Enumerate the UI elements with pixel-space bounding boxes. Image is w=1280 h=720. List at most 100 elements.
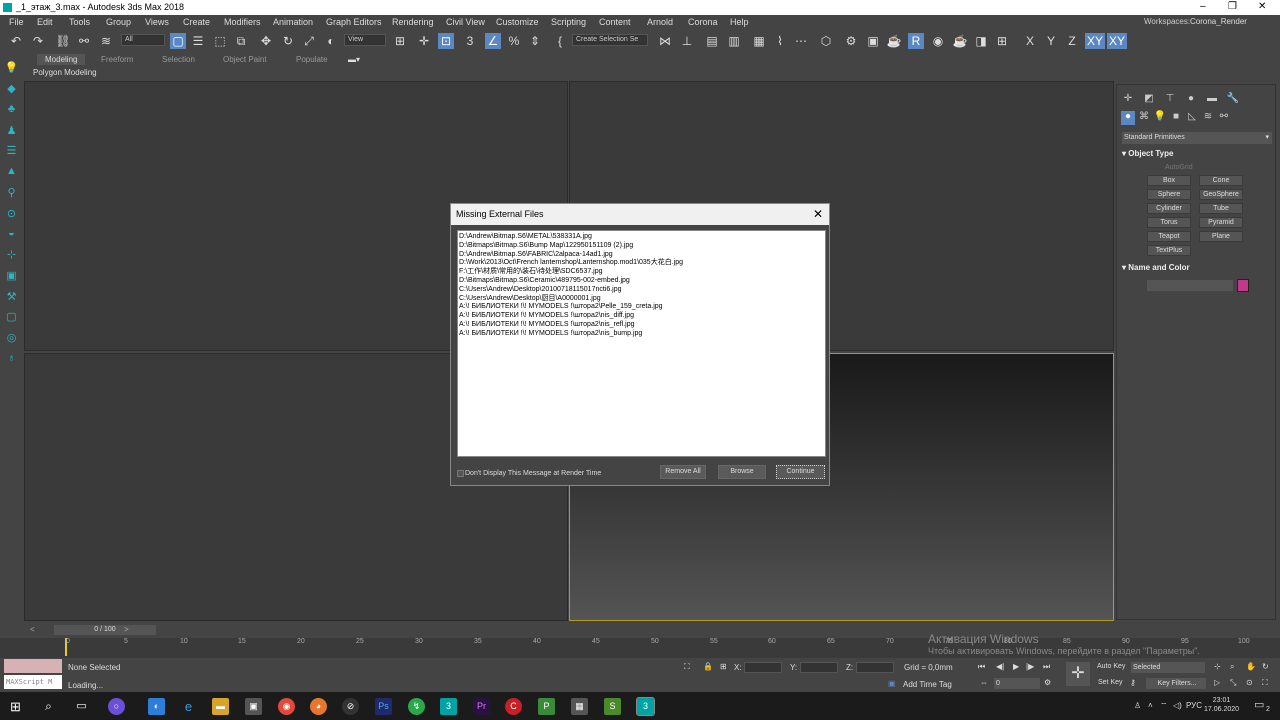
current-frame-field[interactable]: 0 [994, 678, 1040, 689]
viewport-icon[interactable]: ▣ [4, 269, 19, 284]
calculator-icon[interactable]: ▦ [571, 698, 588, 715]
notification-icon[interactable]: ▭ [1254, 698, 1264, 711]
angle-snap-icon[interactable]: ∠ [485, 33, 501, 49]
menu-tools[interactable]: Tools [69, 17, 90, 27]
remove-all-button[interactable]: Remove All [660, 465, 706, 479]
bind-icon[interactable]: ⚲ [4, 186, 19, 201]
minimize-button[interactable]: – [1200, 1, 1206, 12]
utilities-tab-icon[interactable]: 🔧 [1226, 93, 1240, 107]
create-light-icon[interactable]: 💡 [4, 61, 19, 76]
search-icon[interactable]: ⌕ [40, 698, 57, 715]
browse-button[interactable]: Browse [718, 465, 766, 479]
key-mode-icon[interactable]: ⇔ [980, 678, 988, 687]
modify-tab-icon[interactable]: ◩ [1142, 93, 1156, 107]
corona-tools-icon[interactable]: ⊞ [994, 33, 1010, 49]
object-type-rollout[interactable]: ▾ Object Type [1122, 148, 1272, 160]
tab-modeling[interactable]: Modeling [37, 54, 86, 65]
undo-icon[interactable]: ↶ [8, 33, 24, 49]
missing-files-list[interactable]: D:\Andrew\Bitmap.S6\METAL\538331A.jpg D:… [457, 230, 826, 457]
menu-scripting[interactable]: Scripting [551, 17, 586, 27]
material-editor-icon[interactable]: ⬡ [818, 33, 834, 49]
window-crossing-icon[interactable]: ⧉ [233, 33, 249, 49]
go-to-end-icon[interactable]: ⏭ [1043, 662, 1050, 672]
next-frame-icon[interactable]: |▶ [1026, 662, 1034, 671]
list-item[interactable]: C:\Users\Andrew\Desktop\20100718115017nc… [459, 286, 824, 295]
continue-button[interactable]: Continue [776, 465, 825, 479]
menu-customize[interactable]: Customize [496, 17, 539, 27]
rotate-icon[interactable]: ↻ [280, 33, 296, 49]
menu-create[interactable]: Create [183, 17, 210, 27]
selection-filter-dropdown[interactable]: All [121, 34, 165, 46]
dont-display-checkbox[interactable] [457, 470, 464, 477]
time-tag-icon[interactable]: ▣ [888, 679, 896, 688]
cone-button[interactable]: Cone [1199, 175, 1243, 186]
pivot-center-icon[interactable]: ⊞ [392, 33, 408, 49]
align-icon[interactable]: ⊥ [679, 33, 695, 49]
list-item[interactable]: D:\Bitmaps\Bitmap.S6\Ceramic\489795-002-… [459, 277, 824, 286]
grid-icon[interactable]: ⊹ [4, 248, 19, 263]
app-icon[interactable]: P [538, 698, 555, 715]
lights-icon[interactable]: 💡 [1153, 111, 1167, 125]
bind-spacewarp-icon[interactable]: ≋ [98, 33, 114, 49]
keyboard-shortcut-icon[interactable]: ⊡ [438, 33, 454, 49]
absolute-mode-icon[interactable]: ⊞ [720, 662, 727, 671]
named-selection-dropdown[interactable]: Create Selection Se [572, 34, 648, 46]
walk-icon[interactable]: ▷ [1214, 678, 1220, 687]
app-icon[interactable]: C [505, 698, 522, 715]
axis-y-button[interactable]: Y [1043, 33, 1059, 49]
scene-explorer-icon[interactable]: ▤ [704, 33, 720, 49]
menu-graph-editors[interactable]: Graph Editors [326, 17, 382, 27]
tab-freeform[interactable]: Freeform [101, 55, 133, 64]
list-item[interactable]: A:\! БИБЛИОТЕКИ !\! MYMODELS !\штора2\ni… [459, 330, 824, 339]
sphere-icon[interactable]: ◒ [4, 227, 19, 242]
ref-coord-dropdown[interactable]: View [344, 34, 386, 46]
zoom-extents-icon[interactable]: ⊹ [1214, 662, 1221, 671]
corona-ir-icon[interactable]: ☕ [952, 33, 968, 49]
tray-expand-icon[interactable]: ˄ [1148, 701, 1153, 710]
ribbon-toggle-icon[interactable]: ▦ [751, 33, 767, 49]
app-icon[interactable]: ◐ [148, 698, 165, 715]
list-item[interactable]: C:\Users\Andrew\Desktop\厨目\A0000001.jpg [459, 295, 824, 304]
z-coord-field[interactable] [856, 662, 894, 673]
tab-populate[interactable]: Populate [296, 55, 328, 64]
pyramid-button[interactable]: Pyramid [1199, 217, 1243, 228]
tab-object-paint[interactable]: Object Paint [223, 55, 267, 64]
create-tab-icon[interactable]: ✛ [1121, 93, 1135, 107]
key-set-dropdown[interactable]: Selected [1131, 662, 1205, 673]
menu-corona[interactable]: Corona [688, 17, 718, 27]
set-key-button[interactable]: Set Key [1098, 679, 1123, 686]
field-of-view-icon[interactable]: ⌕ [1230, 662, 1234, 672]
percent-snap-icon[interactable]: % [506, 33, 522, 49]
axis-xy-button[interactable]: XY [1085, 33, 1105, 49]
app-icon[interactable]: ↯ [408, 698, 425, 715]
y-coord-field[interactable] [800, 662, 838, 673]
link-icon[interactable]: ⛓ [55, 33, 71, 49]
schematic-view-icon[interactable]: ⋯ [793, 33, 809, 49]
display-tab-icon[interactable]: ▬ [1205, 93, 1219, 107]
maxscript-mini-listener[interactable]: MAXScript M [4, 675, 62, 689]
object-color-swatch[interactable] [1237, 279, 1249, 292]
menu-group[interactable]: Group [106, 17, 131, 27]
axis-xy-cycle-button[interactable]: XY [1107, 33, 1127, 49]
pan-icon[interactable]: ✋ [1246, 662, 1256, 671]
list-item[interactable]: A:\! БИБЛИОТЕКИ !\! MYMODELS !\штора2\ni… [459, 321, 824, 330]
helper-icon[interactable]: ◆ [4, 82, 19, 97]
dialog-close-button[interactable]: ✕ [813, 207, 823, 221]
maxscript-listener[interactable] [4, 659, 62, 673]
go-to-start-icon[interactable]: ⏮ [978, 662, 985, 672]
unlink-icon[interactable]: ⚯ [76, 33, 92, 49]
rect-selection-icon[interactable]: ⬚ [212, 33, 228, 49]
manipulate-icon[interactable]: ✛ [416, 33, 432, 49]
menu-help[interactable]: Help [730, 17, 749, 27]
sphere-button[interactable]: Sphere [1147, 189, 1191, 200]
3dsmax-icon[interactable]: 3 [440, 698, 457, 715]
list-item[interactable]: F:\工作\材质\常用的\装石\待处理\SDC6537.jpg [459, 268, 824, 277]
list-item[interactable]: A:\! БИБЛИОТЕКИ !\! MYMODELS !\штора2\ni… [459, 312, 824, 321]
shapes-icon[interactable]: ♣ [4, 103, 19, 118]
curve-editor-icon[interactable]: ⌇ [772, 33, 788, 49]
tab-selection[interactable]: Selection [162, 55, 195, 64]
mirror-icon[interactable]: ⋈ [657, 33, 673, 49]
pointer-icon[interactable]: ▲ [4, 165, 19, 180]
prev-frame-icon[interactable]: ◀| [996, 662, 1004, 671]
tube-button[interactable]: Tube [1199, 203, 1243, 214]
